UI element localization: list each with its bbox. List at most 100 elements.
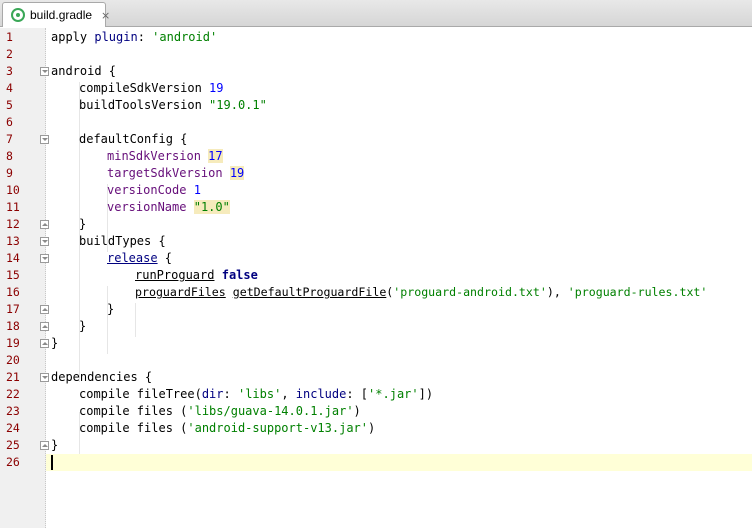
- code-area: compile fileTree(dir: 'libs', include: […: [46, 386, 752, 403]
- code-token: 19: [209, 81, 224, 95]
- code-text: }: [107, 302, 115, 316]
- code-area: apply plugin: 'android': [46, 29, 752, 46]
- code-text: release {: [107, 250, 172, 267]
- code-area: versionCode 1: [46, 182, 752, 199]
- code-line[interactable]: 24 compile files ('android-support-v13.j…: [0, 420, 752, 437]
- code-line[interactable]: 14 release {: [0, 250, 752, 267]
- code-area: proguardFiles getDefaultProguardFile('pr…: [46, 284, 752, 301]
- code-token: buildToolsVersion: [79, 98, 210, 112]
- editor-tab-bar: build.gradle ×: [0, 0, 752, 27]
- code-area: compile files ('android-support-v13.jar'…: [46, 420, 752, 437]
- code-token: compile fileTree(: [79, 387, 202, 401]
- code-line[interactable]: 22 compile fileTree(dir: 'libs', include…: [0, 386, 752, 403]
- code-line[interactable]: 8 minSdkVersion 17: [0, 148, 752, 165]
- close-icon[interactable]: ×: [101, 10, 110, 21]
- line-number: 22: [6, 387, 20, 401]
- line-number: 5: [6, 98, 13, 112]
- code-token: 'libs/guava-14.0.1.jar': [187, 404, 354, 418]
- code-line[interactable]: 17 }: [0, 301, 752, 318]
- code-line[interactable]: 13 buildTypes {: [0, 233, 752, 250]
- code-token: 17: [208, 149, 223, 163]
- code-text: android {: [51, 64, 117, 78]
- code-area: targetSdkVersion 19: [46, 165, 752, 182]
- code-line[interactable]: 1 apply plugin: 'android': [0, 29, 752, 46]
- code-area: defaultConfig {: [46, 131, 752, 148]
- line-number: 1: [6, 30, 13, 44]
- line-number: 4: [6, 81, 13, 95]
- code-area: }: [46, 216, 752, 233]
- code-text: }: [51, 438, 59, 452]
- code-line[interactable]: 19 }: [0, 335, 752, 352]
- code-token: minSdkVersion: [107, 149, 201, 163]
- code-area: minSdkVersion 17: [46, 148, 752, 165]
- code-text: compileSdkVersion 19: [79, 80, 224, 97]
- code-text: }: [51, 336, 59, 350]
- code-text: runProguard false: [135, 267, 258, 284]
- code-token: 'proguard-android.txt': [393, 285, 547, 299]
- line-number: 15: [6, 268, 20, 282]
- code-line[interactable]: 5 buildToolsVersion "19.0.1": [0, 97, 752, 114]
- code-line[interactable]: 15 runProguard false: [0, 267, 752, 284]
- code-area: }: [46, 318, 752, 335]
- code-line[interactable]: 4 compileSdkVersion 19: [0, 80, 752, 97]
- code-line-current[interactable]: 26: [0, 454, 752, 471]
- code-text: }: [79, 319, 87, 333]
- code-line[interactable]: 6: [0, 114, 752, 131]
- code-line[interactable]: 3 android {: [0, 63, 752, 80]
- text-caret: [51, 455, 53, 470]
- code-line[interactable]: 25 }: [0, 437, 752, 454]
- line-number: 6: [6, 115, 13, 129]
- code-area: compileSdkVersion 19: [46, 80, 752, 97]
- code-line[interactable]: 12 }: [0, 216, 752, 233]
- code-text: compile files ('android-support-v13.jar'…: [79, 420, 375, 437]
- code-line[interactable]: 18 }: [0, 318, 752, 335]
- code-area: buildToolsVersion "19.0.1": [46, 97, 752, 114]
- line-number: 19: [6, 336, 20, 350]
- code-line[interactable]: 10 versionCode 1: [0, 182, 752, 199]
- line-number: 24: [6, 421, 20, 435]
- code-token: include: [295, 387, 347, 401]
- code-token: '*.jar': [368, 387, 419, 401]
- code-token: 1: [193, 183, 201, 197]
- line-number: 13: [6, 234, 20, 248]
- code-token: proguardFiles: [135, 285, 226, 299]
- gradle-icon: [11, 8, 25, 22]
- code-area: release {: [46, 250, 752, 267]
- line-number: 16: [6, 285, 20, 299]
- code-line[interactable]: 2: [0, 46, 752, 63]
- code-line[interactable]: 11 versionName "1.0": [0, 199, 752, 216]
- code-line[interactable]: 7 defaultConfig {: [0, 131, 752, 148]
- current-line-highlight: [46, 454, 752, 471]
- code-line[interactable]: 9 targetSdkVersion 19: [0, 165, 752, 182]
- code-area: compile files ('libs/guava-14.0.1.jar'): [46, 403, 752, 420]
- code-token: compileSdkVersion: [79, 81, 210, 95]
- code-text: versionName "1.0": [107, 199, 230, 216]
- code-text: proguardFiles getDefaultProguardFile('pr…: [135, 284, 707, 301]
- code-token: {: [157, 251, 173, 265]
- code-area: buildTypes {: [46, 233, 752, 250]
- tab-build-gradle[interactable]: build.gradle ×: [2, 2, 110, 27]
- line-number: 26: [6, 455, 20, 469]
- code-line[interactable]: 21 dependencies {: [0, 369, 752, 386]
- code-token: compile files (: [79, 404, 188, 418]
- code-line[interactable]: 23 compile files ('libs/guava-14.0.1.jar…: [0, 403, 752, 420]
- code-line[interactable]: 20: [0, 352, 752, 369]
- line-number: 25: [6, 438, 20, 452]
- line-number: 12: [6, 217, 20, 231]
- code-token: 'android-support-v13.jar': [187, 421, 368, 435]
- code-token: versionName: [107, 200, 187, 214]
- code-token: ): [353, 404, 361, 418]
- code-line[interactable]: 16 proguardFiles getDefaultProguardFile(…: [0, 284, 752, 301]
- line-number: 18: [6, 319, 20, 333]
- code-editor[interactable]: 1 apply plugin: 'android' 2 3 android { …: [0, 28, 752, 528]
- code-token: "1.0": [193, 200, 230, 214]
- code-token: 'android': [152, 30, 218, 44]
- line-number: 10: [6, 183, 20, 197]
- code-text: buildToolsVersion "19.0.1": [79, 97, 267, 114]
- code-area: android {: [46, 63, 752, 80]
- code-token: targetSdkVersion: [107, 166, 223, 180]
- code-token: 'proguard-rules.txt': [567, 285, 708, 299]
